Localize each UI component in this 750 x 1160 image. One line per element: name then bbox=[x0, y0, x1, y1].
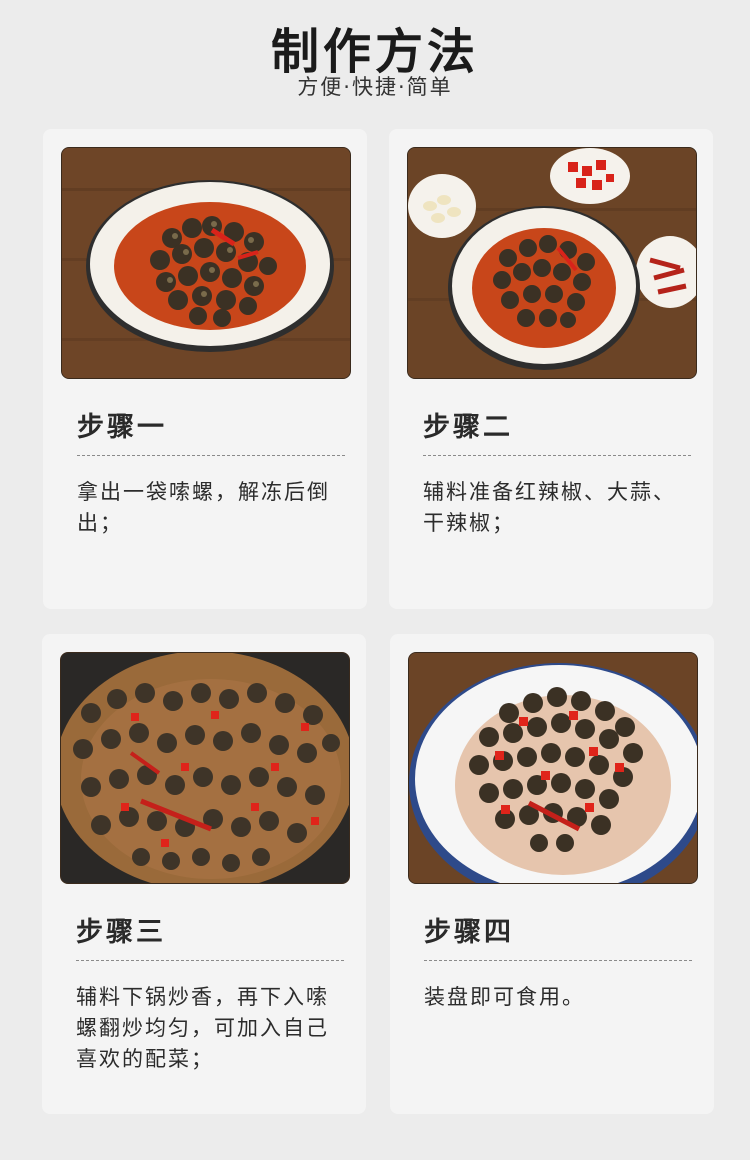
step-description: 装盘即可食用。 bbox=[424, 985, 585, 1009]
page-header: 制作方法 方便·快捷·简单 bbox=[0, 0, 750, 110]
divider bbox=[423, 455, 691, 456]
step-card-4: 步骤四 装盘即可食用。 bbox=[390, 634, 714, 1114]
step-title: 步骤三 bbox=[76, 917, 166, 948]
divider bbox=[77, 455, 345, 456]
step-description: 拿出一袋嗦螺，解冻后倒出； bbox=[77, 480, 330, 535]
divider bbox=[76, 960, 344, 961]
plated-dish-photo bbox=[408, 652, 698, 884]
ingredients-photo bbox=[407, 147, 697, 379]
divider bbox=[424, 960, 692, 961]
step-card-3: 步骤三 辅料下锅炒香，再下入嗦螺翻炒均匀，可加入自己喜欢的配菜； bbox=[42, 634, 366, 1114]
step-title: 步骤四 bbox=[424, 917, 514, 948]
step-card-1: 步骤一 拿出一袋嗦螺，解冻后倒出； bbox=[43, 129, 367, 609]
step-description: 辅料准备红辣椒、大蒜、干辣椒； bbox=[423, 480, 676, 535]
step-description: 辅料下锅炒香，再下入嗦螺翻炒均匀，可加入自己喜欢的配菜； bbox=[76, 985, 329, 1071]
step-title: 步骤二 bbox=[423, 412, 513, 443]
page-subtitle: 方便·快捷·简单 bbox=[297, 75, 453, 99]
step-card-2: 步骤二 辅料准备红辣椒、大蒜、干辣椒； bbox=[389, 129, 713, 609]
step-title: 步骤一 bbox=[77, 412, 167, 443]
stir-fry-wok-photo bbox=[60, 652, 350, 884]
snails-in-bowl-photo bbox=[61, 147, 351, 379]
